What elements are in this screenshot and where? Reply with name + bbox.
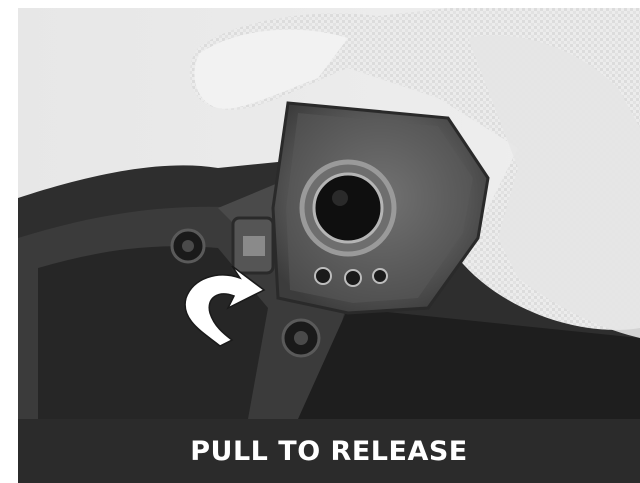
instruction-photo xyxy=(18,8,640,419)
caption-bar: PULL TO RELEASE xyxy=(18,419,640,483)
instruction-frame: PULL TO RELEASE xyxy=(18,8,640,483)
caption-text: PULL TO RELEASE xyxy=(190,435,468,467)
